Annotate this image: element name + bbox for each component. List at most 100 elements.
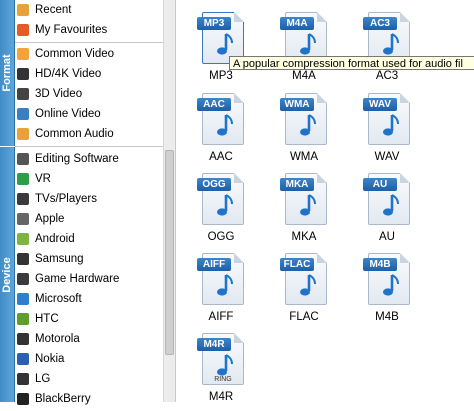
format-badge: AIFF (197, 258, 231, 271)
common-video-icon (17, 48, 29, 60)
format-tile-ac3[interactable]: AC3 AC3 (342, 12, 432, 90)
format-label: AU (379, 231, 395, 243)
format-label: M4R (208, 391, 234, 403)
ringtone-label: RING (214, 376, 232, 383)
sidebar-item-editing-software[interactable]: Editing Software (15, 149, 173, 169)
nokia-icon (17, 353, 29, 365)
format-tile-flac[interactable]: FLAC FLAC (259, 253, 349, 331)
music-note-icon (217, 274, 233, 296)
page-fold (317, 93, 327, 103)
sidebar-scrollbar[interactable] (163, 0, 175, 402)
page-fold (317, 12, 327, 22)
sidebar-item-label: TVs/Players (35, 193, 97, 205)
blackberry-icon (17, 393, 29, 405)
category-sidebar: Recent My Favourites Common Video HD/4K Vid… (15, 0, 176, 405)
scrollbar-thumb[interactable] (165, 150, 174, 355)
sidebar-item-htc[interactable]: HTC (15, 309, 173, 329)
sidebar-item-microsoft[interactable]: Microsoft (15, 289, 173, 309)
format-badge: M4R (197, 338, 231, 351)
format-label: WAV (374, 151, 400, 163)
sidebar-item-label: Game Hardware (35, 273, 120, 285)
sidebar-item-apple[interactable]: Apple (15, 209, 173, 229)
sidebar-item-hd-4k-video[interactable]: HD/4K Video (15, 64, 173, 84)
format-tile-m4b[interactable]: M4B M4B (342, 253, 432, 331)
sidebar-item-label: Motorola (35, 333, 80, 345)
format-label: WMA (289, 151, 319, 163)
sidebar-item-3d-video[interactable]: 3D Video (15, 84, 173, 104)
vr-icon (17, 173, 29, 185)
page-fold (234, 333, 244, 343)
sidebar-item-label: Common Video (35, 48, 115, 60)
format-badge: WAV (363, 98, 397, 111)
sidebar-item-blackberry[interactable]: BlackBerry (15, 389, 173, 409)
page-fold (317, 253, 327, 263)
format-tab-label: Format (1, 54, 13, 92)
format-tile-ogg[interactable]: OGG OGG (176, 173, 266, 251)
music-note-icon (217, 194, 233, 216)
device-tab-label: Device (1, 256, 13, 293)
format-badge: AC3 (363, 17, 397, 30)
format-tile-aiff[interactable]: AIFF AIFF (176, 253, 266, 331)
sidebar-item-label: Common Audio (35, 128, 114, 140)
music-note-icon (383, 194, 399, 216)
sidebar-item-game-hardware[interactable]: Game Hardware (15, 269, 173, 289)
page-fold (400, 253, 410, 263)
heart-icon (17, 24, 29, 36)
audio-file-icon: MKA (280, 173, 327, 225)
format-tile-aac[interactable]: AAC AAC (176, 93, 266, 171)
sidebar-item-vr[interactable]: VR (15, 169, 173, 189)
audio-file-icon: OGG (197, 173, 244, 225)
common-audio-icon (17, 128, 29, 140)
format-badge: MP3 (197, 17, 231, 30)
music-note-icon (217, 114, 233, 136)
sidebar-item-label: VR (35, 173, 51, 185)
music-note-icon (383, 33, 399, 55)
format-tile-m4a[interactable]: M4A M4A (259, 12, 349, 90)
format-label: M4A (292, 70, 316, 82)
sidebar-item-label: Samsung (35, 253, 84, 265)
format-tile-mp3[interactable]: MP3 MP3 (176, 12, 266, 90)
sidebar-item-nokia[interactable]: Nokia (15, 349, 173, 369)
sidebar-divider (15, 42, 175, 43)
format-tile-mka[interactable]: MKA MKA (259, 173, 349, 251)
format-badge: WMA (280, 98, 314, 111)
motorola-icon (17, 333, 29, 345)
format-label: OGG (207, 231, 235, 243)
format-label: M4B (375, 311, 399, 323)
device-tab[interactable]: Device (0, 147, 15, 402)
sidebar-item-motorola[interactable]: Motorola (15, 329, 173, 349)
sidebar-item-android[interactable]: Android (15, 229, 173, 249)
format-tab[interactable]: Format (0, 0, 15, 146)
format-badge: OGG (197, 178, 231, 191)
format-badge: M4A (280, 17, 314, 30)
format-label: FLAC (289, 311, 319, 323)
sidebar-item-label: My Favourites (35, 24, 108, 36)
sidebar-item-label: Recent (35, 4, 72, 16)
sidebar-item-common-video[interactable]: Common Video (15, 44, 173, 64)
sidebar-item-online-video[interactable]: Online Video (15, 104, 173, 124)
format-badge: MKA (280, 178, 314, 191)
editing-software-icon (17, 153, 29, 165)
audio-file-icon: WMA (280, 93, 327, 145)
lg-icon (17, 373, 29, 385)
audio-file-icon: FLAC (280, 253, 327, 305)
format-tile-wma[interactable]: WMA WMA (259, 93, 349, 171)
format-label: AIFF (208, 311, 234, 323)
format-badge: FLAC (280, 258, 314, 271)
music-note-icon (300, 33, 316, 55)
sidebar-item-my-favourites[interactable]: My Favourites (15, 20, 173, 40)
sidebar-item-tvs-players[interactable]: TVs/Players (15, 189, 173, 209)
apple-icon (17, 213, 29, 225)
sidebar-item-common-audio[interactable]: Common Audio (15, 124, 173, 144)
sidebar-item-label: Android (35, 233, 75, 245)
page-fold (234, 12, 244, 22)
format-tile-au[interactable]: AU AU (342, 173, 432, 251)
sidebar-item-samsung[interactable]: Samsung (15, 249, 173, 269)
sidebar-item-recent[interactable]: Recent (15, 0, 173, 20)
online-video-icon (17, 108, 29, 120)
recent-icon (17, 4, 29, 16)
format-label: AAC (209, 151, 233, 163)
sidebar-item-lg[interactable]: LG (15, 369, 173, 389)
format-tile-wav[interactable]: WAV WAV (342, 93, 432, 171)
format-tile-m4r[interactable]: M4R RING M4R (176, 333, 266, 411)
